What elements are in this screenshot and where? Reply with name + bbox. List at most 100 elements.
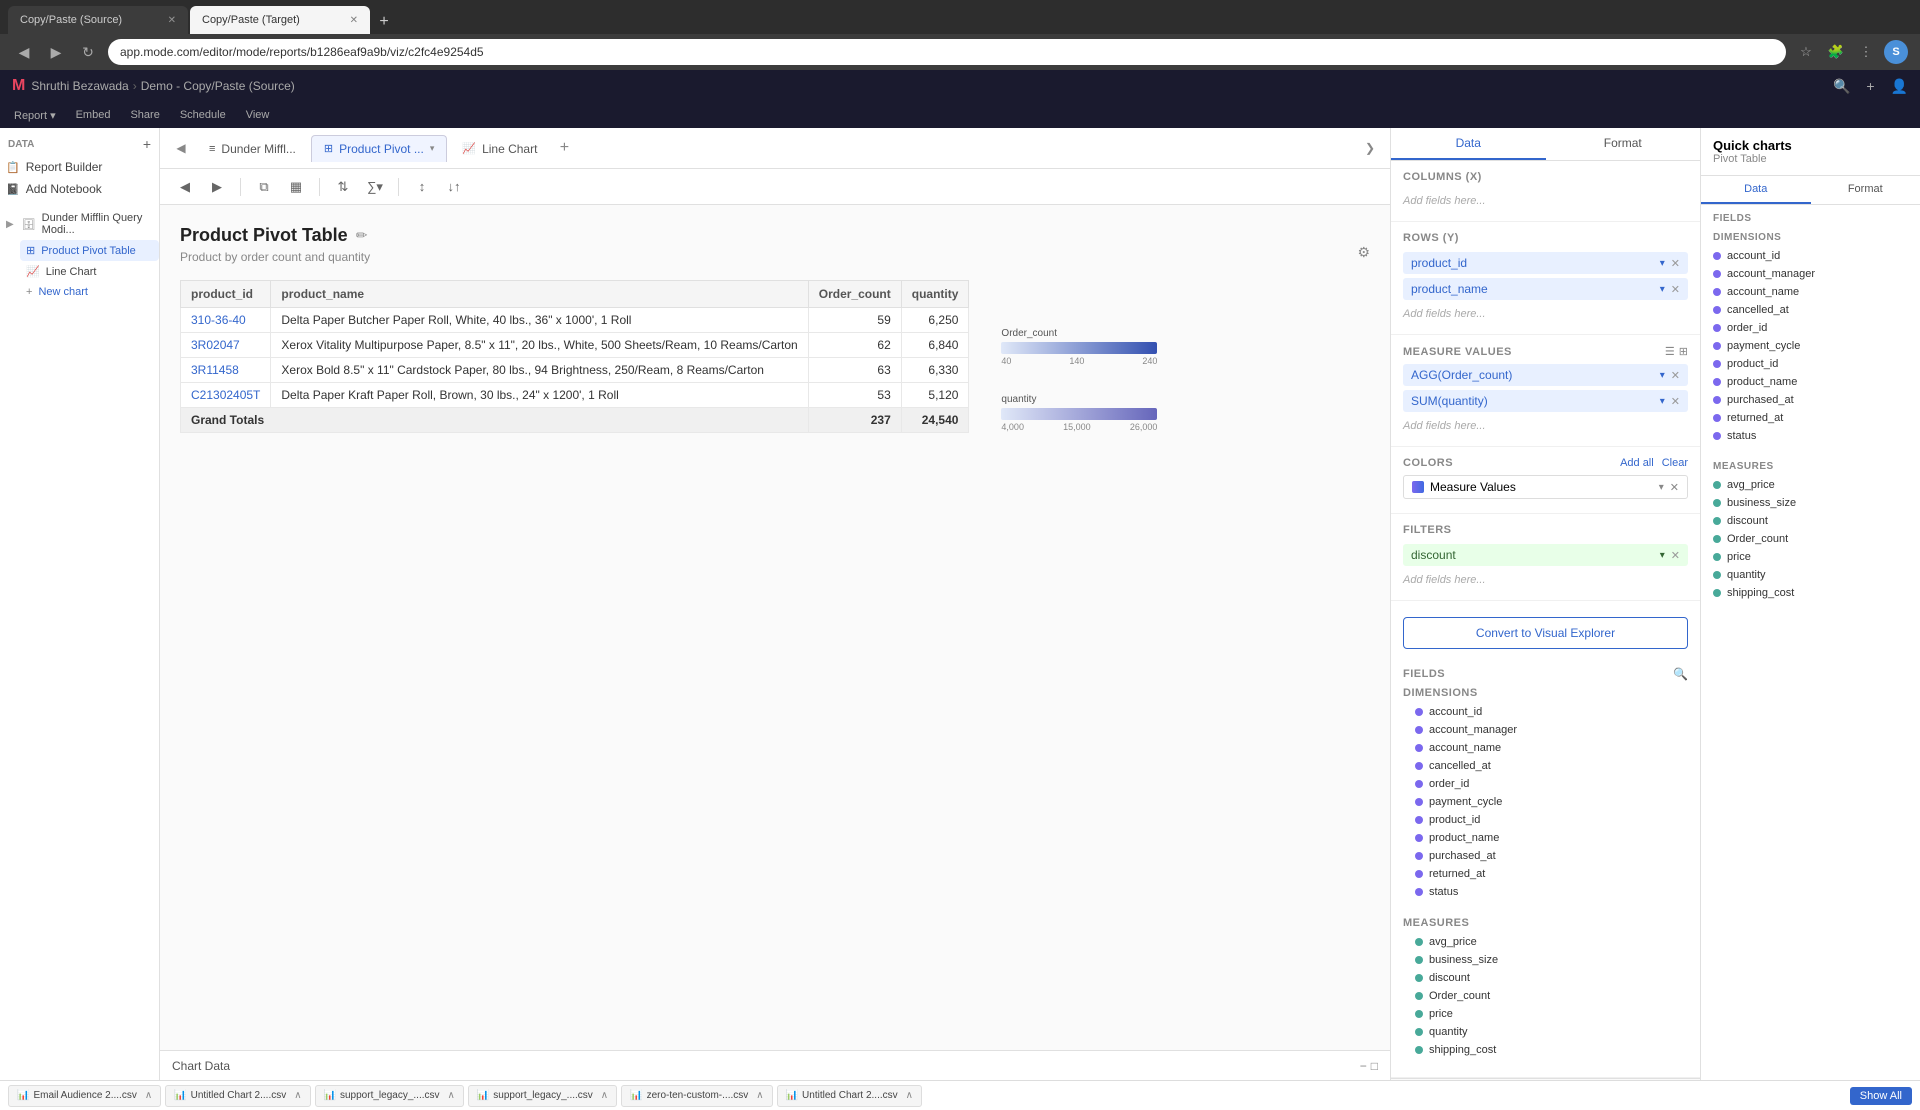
show-all-button[interactable]: Show All [1850, 1087, 1912, 1105]
qc-tab-format[interactable]: Format [1811, 176, 1920, 204]
qc-dim-product-id[interactable]: product_id [1709, 355, 1912, 373]
refresh-button[interactable]: ↻ [76, 40, 100, 64]
dim-status[interactable]: status [1411, 883, 1680, 901]
expand-icon-right[interactable]: ❯ [1358, 136, 1382, 160]
nav-embed[interactable]: Embed [74, 109, 113, 121]
header-search-icon[interactable]: 🔍 [1833, 78, 1850, 95]
filters-add-fields[interactable]: Add fields here... [1403, 570, 1688, 590]
download-pill-3[interactable]: 📊 support_legacy_....csv ∧ [315, 1085, 464, 1107]
download-pill-6[interactable]: 📊 Untitled Chart 2....csv ∧ [777, 1085, 922, 1107]
qc-dim-cancelled-at[interactable]: cancelled_at [1709, 301, 1912, 319]
settings-icon[interactable]: ⚙ [1357, 244, 1370, 261]
download-pill-2[interactable]: 📊 Untitled Chart 2....csv ∧ [165, 1085, 310, 1107]
qc-dim-order-id[interactable]: order_id [1709, 319, 1912, 337]
menu-icon[interactable]: ⋮ [1854, 40, 1878, 64]
dim-account-id[interactable]: account_id [1411, 703, 1680, 721]
layout-button[interactable]: ▦ [283, 174, 309, 200]
address-bar[interactable]: app.mode.com/editor/mode/reports/b1286ea… [108, 39, 1786, 65]
measure-field-order-count[interactable]: AGG(Order_count) ▾ ✕ [1403, 364, 1688, 386]
rows-field-product-name[interactable]: product_name ▾ ✕ [1403, 278, 1688, 300]
sidebar-item-query[interactable]: ▶ 🗄 Dunder Mifflin Query Modi... [0, 208, 159, 240]
col-product-id[interactable]: product_id [181, 281, 271, 308]
copy-button[interactable]: ⧉ [251, 174, 277, 200]
filter-discount[interactable]: discount ▾ ✕ [1403, 544, 1688, 566]
measure-close-icon[interactable]: ✕ [1671, 369, 1680, 382]
extensions-icon[interactable]: 🧩 [1824, 40, 1848, 64]
add-tab-button[interactable]: + [552, 136, 576, 160]
chart-data-bar[interactable]: Chart Data − □ [160, 1050, 1390, 1080]
color-measure-values[interactable]: Measure Values ▾ ✕ [1403, 475, 1688, 499]
dim-product-id[interactable]: product_id [1411, 811, 1680, 829]
expand-chart-data-icon[interactable]: □ [1371, 1059, 1378, 1073]
filter-chip-close-icon[interactable]: ✕ [1671, 549, 1680, 562]
col-order-count[interactable]: Order_count [808, 281, 901, 308]
meas-price[interactable]: price [1411, 1005, 1680, 1023]
rows-add-fields[interactable]: Add fields here... [1403, 304, 1688, 324]
nav-share[interactable]: Share [128, 109, 161, 121]
dim-payment-cycle[interactable]: payment_cycle [1411, 793, 1680, 811]
pill-close-6-icon[interactable]: ∧ [906, 1090, 913, 1101]
add-all-link[interactable]: Add all [1620, 457, 1654, 469]
pill-close-3-icon[interactable]: ∧ [448, 1090, 455, 1101]
tab-dunder[interactable]: ≡ Dunder Miffl... [196, 135, 309, 162]
rows-field-close-icon[interactable]: ✕ [1671, 283, 1680, 296]
qc-meas-order-count[interactable]: Order_count [1709, 530, 1912, 548]
col-quantity[interactable]: quantity [901, 281, 969, 308]
convert-to-visual-explorer-button[interactable]: Convert to Visual Explorer [1403, 617, 1688, 649]
meas-quantity[interactable]: quantity [1411, 1023, 1680, 1041]
columns-add-fields[interactable]: Add fields here... [1403, 191, 1688, 211]
dim-order-id[interactable]: order_id [1411, 775, 1680, 793]
nav-schedule[interactable]: Schedule [178, 109, 228, 121]
qc-meas-price[interactable]: price [1709, 548, 1912, 566]
pill-close-2-icon[interactable]: ∧ [294, 1090, 301, 1101]
pill-close-1-icon[interactable]: ∧ [145, 1090, 152, 1101]
dim-returned-at[interactable]: returned_at [1411, 865, 1680, 883]
dim-product-name[interactable]: product_name [1411, 829, 1680, 847]
pill-close-4-icon[interactable]: ∧ [601, 1090, 608, 1101]
rows-field-close-icon[interactable]: ✕ [1671, 257, 1680, 270]
meas-avg-price[interactable]: avg_price [1411, 933, 1680, 951]
qc-meas-avg-price[interactable]: avg_price [1709, 476, 1912, 494]
download-pill-1[interactable]: 📊 Email Audience 2....csv ∧ [8, 1085, 161, 1107]
header-plus-icon[interactable]: + [1866, 78, 1874, 94]
qc-meas-business-size[interactable]: business_size [1709, 494, 1912, 512]
measure-close-icon[interactable]: ✕ [1671, 395, 1680, 408]
nav-report[interactable]: Report ▾ [12, 109, 58, 122]
fields-search-icon[interactable]: 🔍 [1673, 667, 1688, 681]
qc-meas-discount[interactable]: discount [1709, 512, 1912, 530]
sidebar-item-add-notebook[interactable]: 📓 Add Notebook [0, 178, 159, 200]
forward-button[interactable]: ▶ [44, 40, 68, 64]
tab-line-chart[interactable]: 📈 Line Chart [449, 135, 550, 162]
download-pill-5[interactable]: 📊 zero-ten-custom-....csv ∧ [621, 1085, 772, 1107]
qc-dim-returned-at[interactable]: returned_at [1709, 409, 1912, 427]
dim-account-name[interactable]: account_name [1411, 739, 1680, 757]
new-tab-button[interactable]: + [372, 10, 396, 34]
collapse-sidebar-button[interactable]: ◀ [168, 135, 194, 161]
row-sort-button[interactable]: ↕ [409, 174, 435, 200]
pill-close-5-icon[interactable]: ∧ [756, 1090, 763, 1101]
sidebar-item-pivot-table[interactable]: ⊞ Product Pivot Table [20, 240, 159, 261]
dim-account-manager[interactable]: account_manager [1411, 721, 1680, 739]
undo-button[interactable]: ◀ [172, 174, 198, 200]
qc-dim-account-manager[interactable]: account_manager [1709, 265, 1912, 283]
download-pill-4[interactable]: 📊 support_legacy_....csv ∧ [468, 1085, 617, 1107]
col-sort-button[interactable]: ↓↑ [441, 174, 467, 200]
qc-meas-shipping-cost[interactable]: shipping_cost [1709, 584, 1912, 602]
qc-dim-status[interactable]: status [1709, 427, 1912, 445]
qc-dim-payment-cycle[interactable]: payment_cycle [1709, 337, 1912, 355]
qc-dim-account-id[interactable]: account_id [1709, 247, 1912, 265]
browser-tab-source[interactable]: Copy/Paste (Source) ✕ [8, 6, 188, 34]
close-tab-source-icon[interactable]: ✕ [168, 15, 176, 26]
redo-button[interactable]: ▶ [204, 174, 230, 200]
browser-tab-target[interactable]: Copy/Paste (Target) ✕ [190, 6, 370, 34]
profile-avatar[interactable]: S [1884, 40, 1908, 64]
col-product-name[interactable]: product_name [271, 281, 808, 308]
panel-tab-data[interactable]: Data [1391, 128, 1546, 160]
measure-add-fields[interactable]: Add fields here... [1403, 416, 1688, 436]
sidebar-item-report-builder[interactable]: 📋 Report Builder [0, 156, 159, 178]
panel-tab-format[interactable]: Format [1546, 128, 1701, 160]
edit-title-icon[interactable]: ✏ [356, 227, 368, 244]
sidebar-item-new-chart[interactable]: + New chart [20, 282, 159, 302]
list-view-icon[interactable]: ☰ [1665, 345, 1675, 358]
clear-link[interactable]: Clear [1662, 457, 1688, 469]
